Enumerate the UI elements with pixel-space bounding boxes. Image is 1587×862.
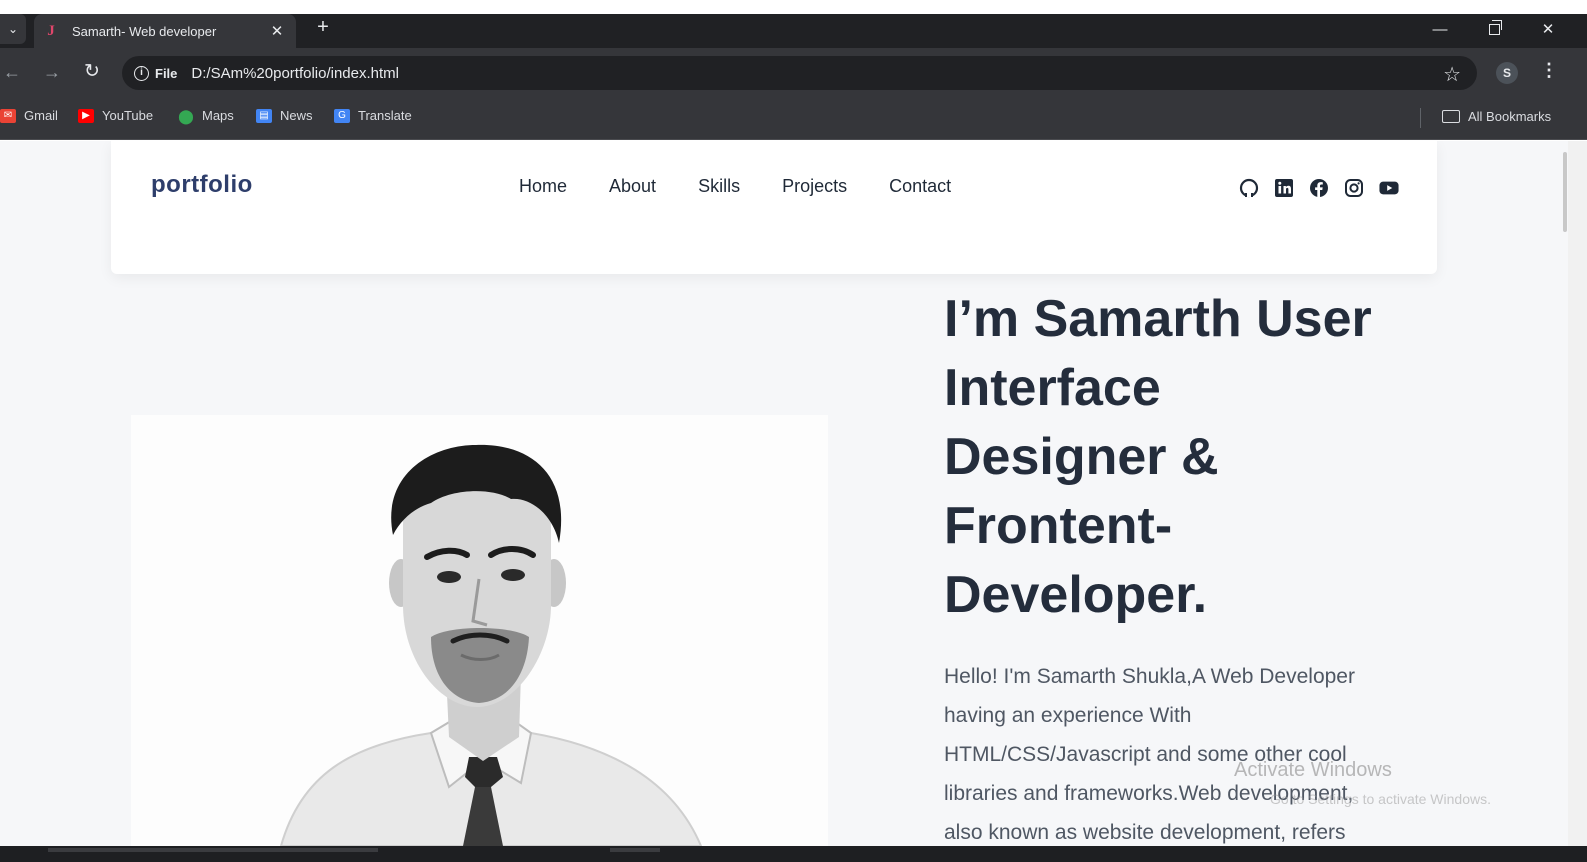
- youtube-icon: ▶: [78, 108, 94, 123]
- arrow-right-icon: →: [43, 62, 61, 82]
- browser-tab-bar: ⌄ J Samarth- Web developer ✕ + — ✕: [0, 14, 1587, 48]
- bookmark-label: News: [280, 108, 313, 123]
- bookmark-label: YouTube: [102, 108, 154, 123]
- tab-close-icon[interactable]: ✕: [268, 22, 286, 40]
- hero-heading-line: Frontent-: [944, 497, 1173, 555]
- window-minimize-button[interactable]: —: [1420, 14, 1460, 44]
- bookmark-maps[interactable]: ⬤ Maps: [178, 108, 234, 123]
- bookmark-label: Maps: [202, 108, 234, 123]
- hero-description-line: also known as website development, refer…: [944, 821, 1346, 844]
- forward-button[interactable]: →: [40, 60, 64, 84]
- bookmarks-divider: [1420, 108, 1421, 128]
- bookmark-news[interactable]: ▤ News: [256, 108, 313, 123]
- restore-icon: [1488, 19, 1502, 35]
- bookmark-label: Translate: [358, 108, 412, 123]
- arrow-left-icon: ←: [3, 62, 21, 82]
- nav-link-about[interactable]: About: [609, 176, 656, 197]
- nav-link-projects[interactable]: Projects: [782, 176, 847, 197]
- site-info-chip[interactable]: i File: [134, 65, 191, 81]
- github-icon[interactable]: [1239, 178, 1259, 198]
- address-bar[interactable]: i File D:/SAm%20portfolio/index.html ☆: [122, 56, 1477, 90]
- bookmark-gmail[interactable]: ✉ Gmail: [0, 108, 58, 123]
- activate-windows-title: Activate Windows: [1234, 759, 1392, 781]
- bookmark-translate[interactable]: G Translate: [334, 108, 412, 123]
- nav-link-home[interactable]: Home: [519, 176, 567, 197]
- bookmark-label: Gmail: [24, 108, 58, 123]
- minimize-icon: —: [1432, 20, 1448, 38]
- window-restore-button[interactable]: [1474, 14, 1514, 44]
- page-scrollbar[interactable]: [1568, 141, 1587, 846]
- hero-description-line: Hello! I'm Samarth Shukla,A Web Develope…: [944, 665, 1355, 688]
- taskbar-edge: [0, 846, 1587, 862]
- instagram-icon[interactable]: [1344, 178, 1364, 198]
- tab-search-button[interactable]: ⌄: [0, 14, 26, 44]
- back-button[interactable]: ←: [0, 60, 24, 84]
- browser-tab[interactable]: J Samarth- Web developer ✕: [34, 14, 296, 48]
- bookmark-star-icon[interactable]: ☆: [1443, 62, 1461, 87]
- linkedin-icon[interactable]: [1274, 178, 1294, 198]
- reload-button[interactable]: ↻: [80, 60, 104, 84]
- chevron-down-icon: ⌄: [7, 22, 19, 36]
- hero-description: Hello! I'm Samarth Shukla,A Web Develope…: [944, 657, 1424, 846]
- nav-link-skills[interactable]: Skills: [698, 176, 740, 197]
- taskbar-segment: [48, 848, 378, 852]
- screen-top-edge: [0, 0, 1587, 14]
- profile-photo: [131, 415, 828, 846]
- taskbar-segment: [610, 848, 660, 852]
- url-text[interactable]: D:/SAm%20portfolio/index.html: [191, 65, 399, 82]
- window-close-button[interactable]: ✕: [1528, 14, 1568, 44]
- close-icon: ✕: [1541, 21, 1555, 38]
- site-scheme-label: File: [155, 65, 178, 81]
- youtube-icon[interactable]: [1379, 178, 1399, 198]
- news-icon: ▤: [256, 108, 272, 123]
- portrait-illustration: [131, 415, 828, 846]
- browser-toolbar: ← → ↻ i File D:/SAm%20portfolio/index.ht…: [0, 48, 1587, 96]
- nav-link-contact[interactable]: Contact: [889, 176, 951, 197]
- social-links: [1239, 178, 1399, 198]
- maps-icon: ⬤: [178, 107, 194, 124]
- hero-heading-line: I’m Samarth User: [944, 290, 1372, 348]
- page-scrollbar-thumb[interactable]: [1563, 152, 1567, 232]
- site-header: portfolio Home About Skills Projects Con…: [111, 141, 1437, 274]
- tab-title: Samarth- Web developer: [72, 23, 217, 39]
- all-bookmarks-label: All Bookmarks: [1468, 109, 1552, 124]
- hero-heading-line: Developer.: [944, 566, 1208, 624]
- facebook-icon[interactable]: [1309, 178, 1329, 198]
- web-page: portfolio Home About Skills Projects Con…: [0, 141, 1568, 846]
- translate-icon: G: [334, 108, 350, 123]
- bookmarks-bar: ✉ Gmail ▶ YouTube ⬤ Maps ▤ News G Transl…: [0, 96, 1587, 140]
- browser-menu-icon[interactable]: ⋮: [1540, 60, 1558, 81]
- hero-description-line: having an experience With: [944, 704, 1192, 727]
- hero-heading-line: Designer &: [944, 428, 1219, 486]
- hero-heading-line: Interface: [944, 359, 1161, 417]
- info-icon: i: [134, 65, 149, 81]
- bookmark-youtube[interactable]: ▶ YouTube: [78, 108, 153, 123]
- site-logo[interactable]: portfolio: [151, 171, 253, 199]
- profile-avatar[interactable]: S: [1496, 62, 1518, 84]
- folder-icon: [1442, 110, 1460, 123]
- gmail-icon: ✉: [0, 108, 16, 123]
- activate-windows-subtitle: Go to Settings to activate Windows.: [1270, 791, 1491, 807]
- all-bookmarks-button[interactable]: All Bookmarks: [1442, 109, 1551, 124]
- reload-icon: ↻: [84, 61, 100, 82]
- new-tab-button[interactable]: +: [312, 16, 334, 39]
- site-nav: Home About Skills Projects Contact: [519, 176, 951, 197]
- tab-favicon-icon: J: [47, 23, 55, 39]
- hero-heading: I’m Samarth User Interface Designer & Fr…: [944, 285, 1414, 630]
